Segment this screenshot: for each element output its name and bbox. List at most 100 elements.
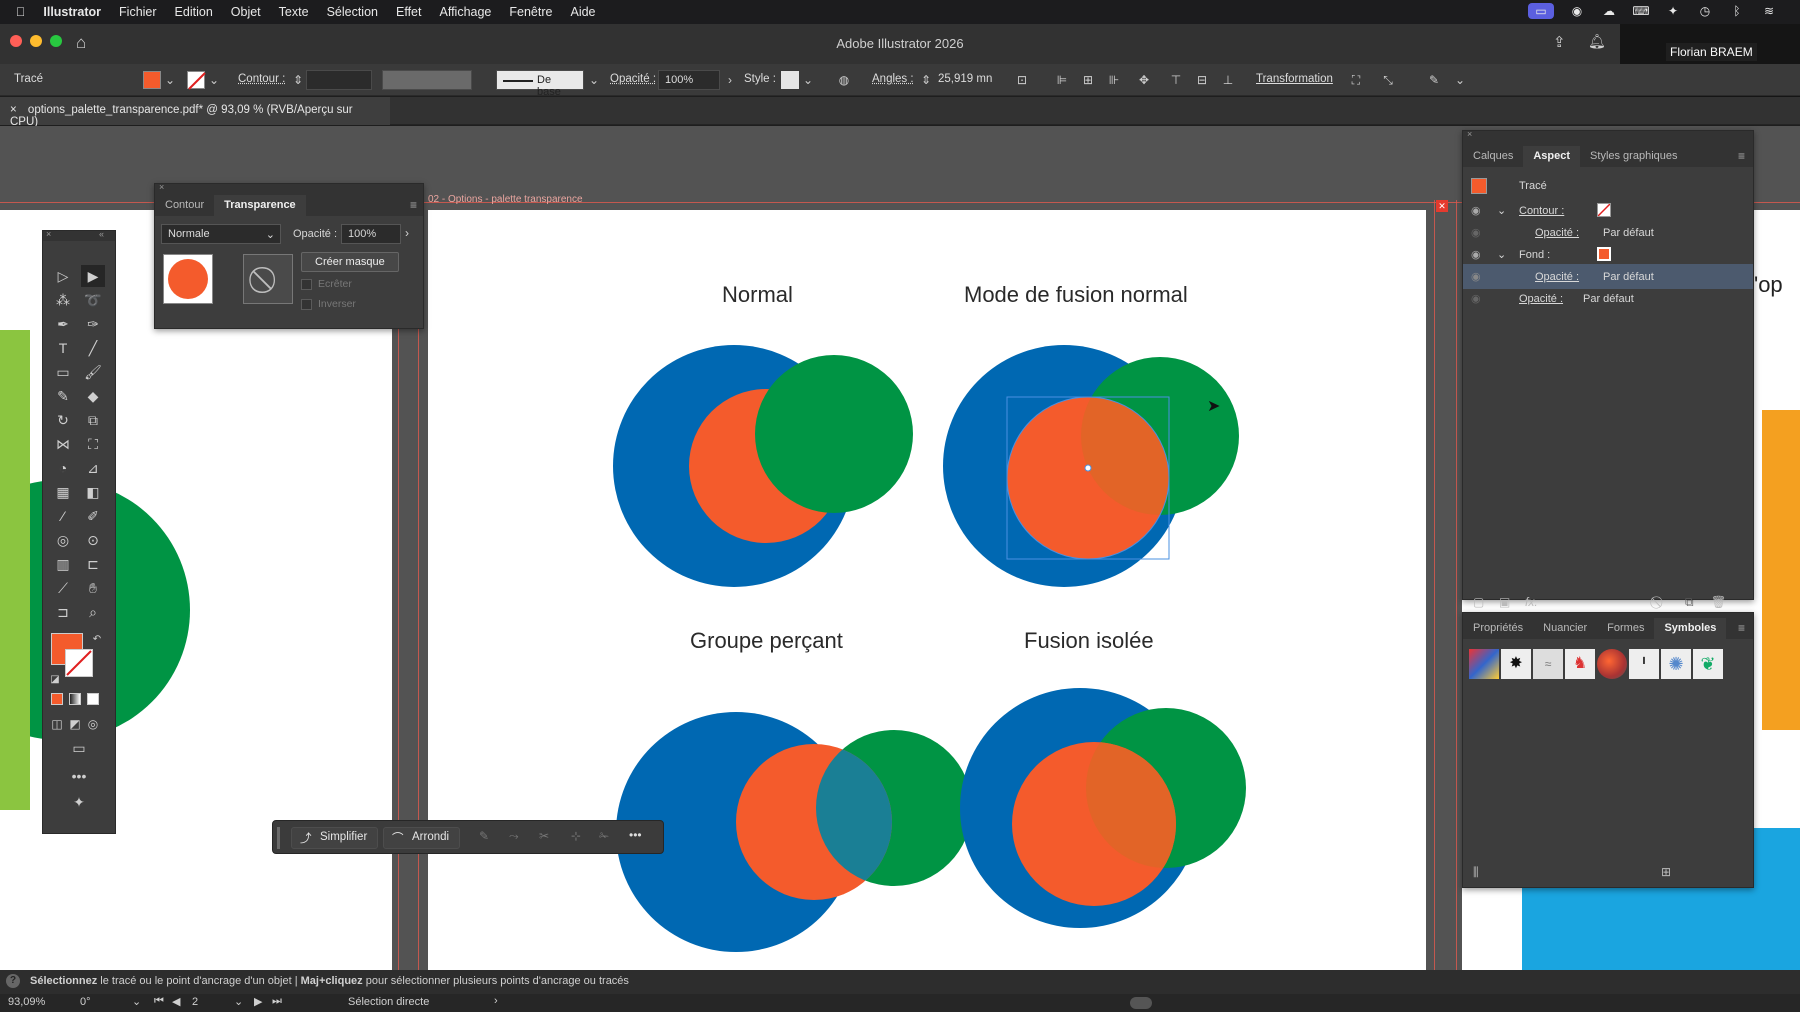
smooth-icon[interactable]: ✎ [479, 829, 489, 843]
opacity-field[interactable]: 100% [341, 224, 401, 244]
fill-opacity-link[interactable]: Opacité : [1535, 271, 1579, 283]
chevron-down-icon[interactable]: ⌄ [132, 995, 141, 1008]
apple-icon[interactable]:  [16, 5, 25, 19]
group-normal[interactable] [613, 345, 913, 587]
menu-edition[interactable]: Edition [175, 5, 213, 19]
stroke-color-swatch[interactable] [65, 649, 93, 677]
main-artboard[interactable]: Normal Mode de fusion normal Groupe perç… [428, 210, 1426, 970]
graph-tool-icon[interactable]: ▥ [51, 553, 75, 575]
free-transform-icon[interactable]: ⛶ [81, 433, 105, 455]
eye-icon[interactable]: ◉ [1471, 226, 1481, 239]
symbol-sphere-icon[interactable] [1597, 649, 1627, 679]
aspect-object-opacity-row[interactable]: ◉ Opacité : Par défaut [1463, 286, 1753, 311]
more-options-icon[interactable]: ••• [629, 828, 642, 842]
make-mask-button[interactable]: Créer masque [301, 252, 399, 272]
invert-checkbox[interactable]: Inverser [301, 298, 356, 310]
stroke-link[interactable]: Contour : [1519, 205, 1564, 217]
variable-width-field[interactable] [382, 70, 472, 90]
notification-icon[interactable]: 🔔︎ [1588, 33, 1606, 50]
aspect-object-row[interactable]: Tracé [1463, 173, 1753, 198]
blend-mode-select[interactable]: Normale ⌄ [161, 224, 281, 244]
rectangle-tool-icon[interactable]: ▭ [51, 361, 75, 383]
close-icon[interactable]: × [159, 182, 164, 192]
eye-icon[interactable]: ◉ [1471, 204, 1481, 217]
artboard-number[interactable]: 2 [192, 996, 198, 1008]
angles-value[interactable]: 25,919 mn [938, 73, 992, 85]
direct-selection-tool-icon[interactable]: ▶ [81, 265, 105, 287]
pen-menu-icon[interactable]: ✎ [1426, 72, 1442, 88]
menu-aide[interactable]: Aide [570, 5, 595, 19]
opacity-field[interactable]: 100% [658, 70, 720, 90]
symbol-flower-icon[interactable]: ✺ [1661, 649, 1691, 679]
menu-effet[interactable]: Effet [396, 5, 421, 19]
add-effect-icon[interactable]: fx. [1525, 595, 1538, 609]
tab-aspect[interactable]: Aspect [1523, 146, 1581, 167]
drag-handle[interactable] [277, 827, 280, 849]
delete-item-icon[interactable]: 🗑︎ [1711, 595, 1726, 609]
stepper-icon[interactable]: ⇕ [918, 72, 934, 88]
next-artboard-icon[interactable]: ▶ [254, 995, 262, 1008]
toolbox-header[interactable]: × « [43, 229, 115, 241]
menu-objet[interactable]: Objet [231, 5, 261, 19]
pen-tool-icon[interactable]: ✒ [51, 313, 75, 335]
object-opacity-link[interactable]: Opacité : [1519, 293, 1563, 305]
scale-tool-icon[interactable]: ⧉ [81, 409, 105, 431]
add-stroke-icon[interactable]: ▢ [1473, 595, 1484, 609]
blend-tool-icon[interactable]: ◎ [51, 529, 75, 551]
curvature-tool-icon[interactable]: ✑ [81, 313, 105, 335]
stepper-icon[interactable]: ⇕ [290, 72, 306, 88]
symbol-pin-icon[interactable]: ╹ [1629, 649, 1659, 679]
join-icon[interactable]: ⤳ [509, 829, 519, 844]
hand-tool-icon[interactable]: ✋︎ [81, 577, 105, 599]
measure-icon[interactable]: ✐ [81, 505, 105, 527]
screen-mode-icon[interactable]: ▭ [67, 737, 91, 759]
scissors-icon[interactable]: ✁ [599, 829, 609, 843]
sparkle-icon[interactable]: ✦ [1664, 3, 1682, 19]
chevron-down-icon[interactable]: ⌄ [234, 995, 243, 1008]
tab-formes[interactable]: Formes [1597, 618, 1654, 639]
eye-icon[interactable]: ◉ [1471, 248, 1481, 261]
mesh-tool-icon[interactable]: ▦ [51, 481, 75, 503]
slice-tool-icon[interactable]: ⟋ [51, 577, 75, 599]
color-mode-icon[interactable] [51, 693, 63, 705]
group-knockout[interactable] [616, 712, 972, 952]
align-right-icon[interactable]: ⊪ [1106, 72, 1122, 88]
zoom-level[interactable]: 93,09% [8, 996, 45, 1008]
zoom-tool-icon[interactable]: ⌕ [81, 601, 105, 623]
stroke-profile-select[interactable]: De base [496, 70, 584, 98]
draw-inside-icon[interactable]: ◎ [81, 713, 105, 735]
horizontal-scrollbar-thumb[interactable] [1130, 997, 1152, 1009]
symbol-splat-icon[interactable]: ✸ [1501, 649, 1531, 679]
chevron-down-icon[interactable]: ⌄ [162, 72, 178, 88]
simplify-button[interactable]: ⤴ Simplifier [291, 827, 379, 849]
isolate-icon[interactable]: ⛶ [1348, 72, 1364, 88]
panel-menu-icon[interactable]: ≡ [410, 198, 417, 216]
chevron-down-icon[interactable]: ⌄ [1452, 72, 1468, 88]
width-tool-icon[interactable]: ⋈ [51, 433, 75, 455]
line-tool-icon[interactable]: ╱ [81, 337, 105, 359]
guide-vertical[interactable] [1434, 200, 1435, 970]
eye-icon[interactable]: ◉ [1471, 292, 1481, 305]
mask-thumbnail[interactable]: ⃠ [243, 254, 293, 304]
align-middle-icon[interactable]: ⊟ [1194, 72, 1210, 88]
fill-swatch[interactable] [143, 71, 161, 89]
print-tiling-icon[interactable]: ⊐ [51, 601, 75, 623]
bluetooth-icon[interactable]: ᛒ [1728, 3, 1746, 19]
add-fill-icon[interactable]: ▣ [1499, 595, 1510, 609]
symbol-cube-icon[interactable] [1469, 649, 1499, 679]
align-bottom-icon[interactable]: ⊥ [1220, 72, 1236, 88]
object-thumbnail[interactable] [163, 254, 213, 304]
new-symbol-icon[interactable]: ⊞ [1661, 865, 1671, 879]
stroke-opacity-link[interactable]: Opacité : [1535, 227, 1579, 239]
close-icon[interactable]: × [1467, 129, 1472, 139]
artboard-name[interactable]: 02 - Options - palette transparence [428, 194, 583, 205]
edit-toolbar-icon[interactable]: ••• [67, 765, 91, 787]
close-icon[interactable]: × [46, 229, 51, 239]
green-circle[interactable] [755, 355, 913, 513]
transformation-link[interactable]: Transformation [1256, 73, 1333, 85]
anchor-convert-icon[interactable]: ⊹ [571, 829, 581, 843]
lasso-icon[interactable]: ➰ [81, 289, 105, 311]
shape-builder-icon[interactable]: ◔ [51, 457, 75, 479]
symbol-banner-icon[interactable]: ≈ [1533, 649, 1563, 679]
anchor-icon[interactable]: ✥ [1136, 72, 1152, 88]
